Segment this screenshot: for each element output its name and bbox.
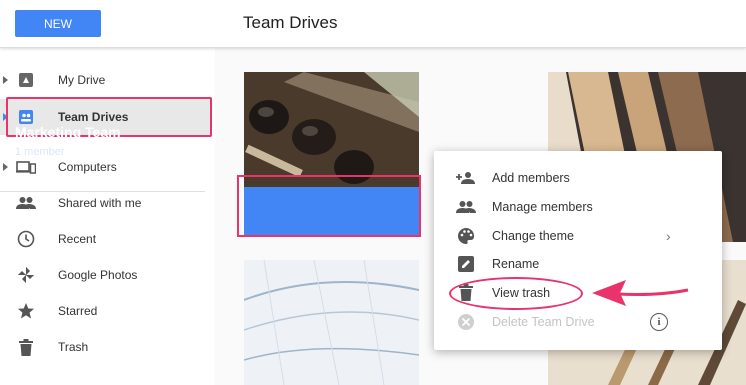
new-button[interactable]: NEW [15, 10, 101, 37]
sidebar-item-label: Trash [58, 340, 89, 354]
clock-icon [15, 228, 37, 250]
menu-item-change-theme[interactable]: Change theme › [434, 221, 722, 250]
annotation-oval [449, 277, 583, 310]
people-icon [15, 192, 37, 214]
sidebar-item-my-drive[interactable]: My Drive [0, 62, 210, 98]
team-drive-card[interactable] [244, 260, 419, 385]
sidebar-item-label: My Drive [58, 73, 106, 87]
menu-item-label: Change theme [492, 228, 575, 243]
sidebar-item-label: Starred [58, 304, 98, 318]
edit-icon [456, 254, 476, 274]
person-add-icon [456, 168, 476, 188]
top-bar: NEW Team Drives [0, 0, 746, 48]
trash-icon [15, 336, 37, 358]
sidebar-item-label: Shared with me [58, 196, 142, 210]
computers-icon [15, 156, 37, 178]
chevron-right-icon: › [666, 227, 671, 244]
expand-caret-icon[interactable] [3, 163, 8, 171]
delete-x-icon [456, 312, 476, 332]
annotation-highlight-box [237, 175, 421, 237]
team-drive-name: Marketing Team [15, 124, 121, 140]
menu-item-manage-members[interactable]: Manage members [434, 192, 722, 221]
annotation-arrow-icon [592, 280, 689, 306]
info-icon[interactable]: i [650, 312, 668, 331]
menu-item-label: Delete Team Drive [492, 314, 595, 329]
pinwheel-icon [15, 264, 37, 286]
people-icon [456, 197, 476, 217]
sidebar-item-recent[interactable]: Recent [0, 221, 210, 257]
team-drive-member-count: 1 member [15, 146, 65, 158]
menu-item-label: Rename [492, 256, 540, 271]
sidebar-item-label: Computers [58, 160, 117, 174]
context-menu: Add members Manage members Change theme … [434, 151, 722, 350]
sidebar-item-label: Google Photos [58, 268, 138, 282]
page-title: Team Drives [243, 13, 338, 32]
sidebar-item-trash[interactable]: Trash [0, 329, 210, 365]
card-cover-image [244, 72, 419, 187]
menu-item-add-members[interactable]: Add members [434, 163, 722, 192]
sidebar-item-label: Recent [58, 232, 97, 246]
sidebar-item-starred[interactable]: Starred [0, 293, 210, 329]
expand-caret-icon[interactable] [3, 76, 8, 84]
drive-icon [15, 69, 37, 91]
menu-item-label: Add members [492, 170, 570, 185]
sidebar-item-google-photos[interactable]: Google Photos [0, 257, 210, 293]
star-icon [15, 300, 37, 322]
palette-icon [456, 226, 476, 246]
menu-item-label: Manage members [492, 199, 593, 214]
sidebar-item-shared-with-me[interactable]: Shared with me [0, 185, 210, 221]
